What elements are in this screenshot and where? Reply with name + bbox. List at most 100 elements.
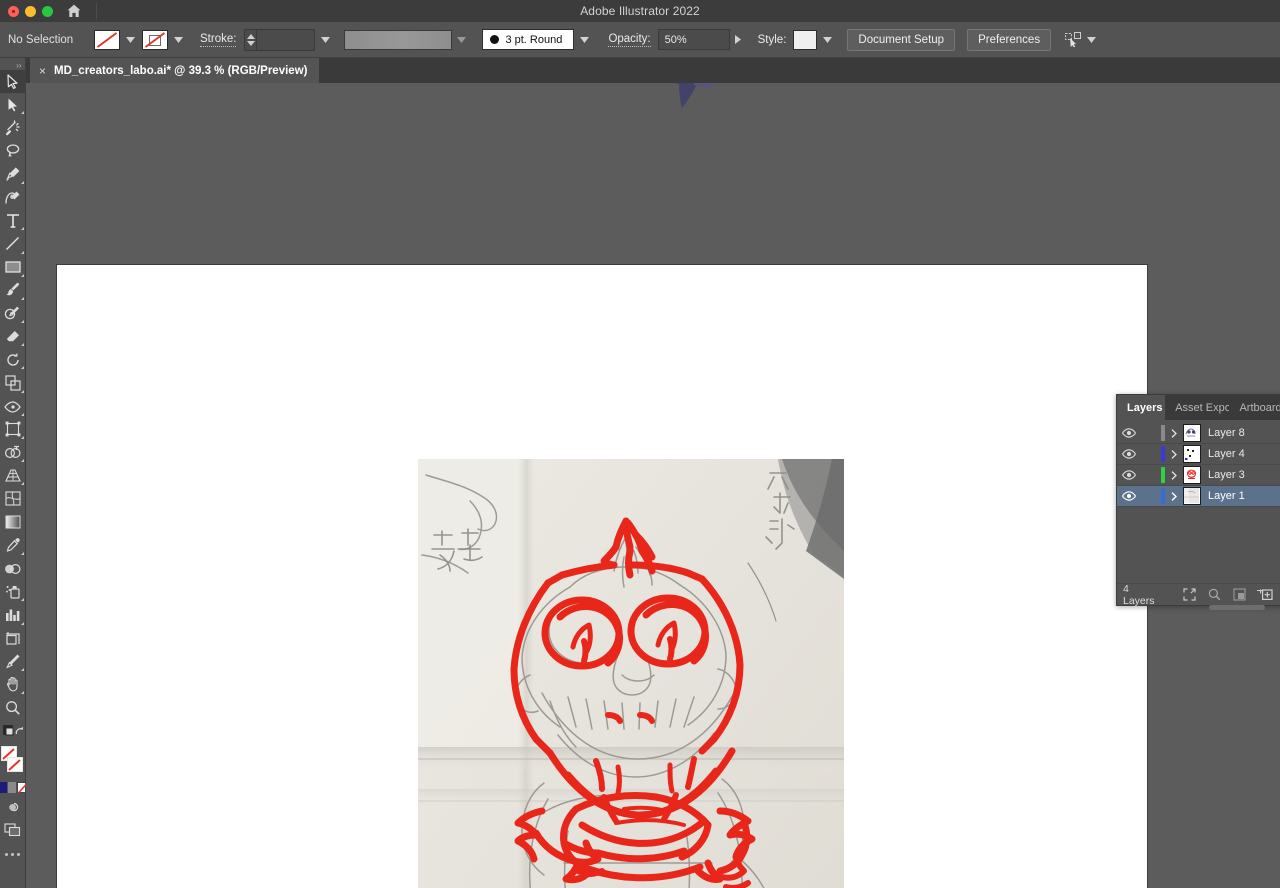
variable-width-profile-field[interactable] [344,29,453,50]
panel-scrollbar[interactable] [1209,605,1265,610]
panel-tab-group[interactable]: Layers Asset Expo Artboard [1117,395,1280,420]
layer-name[interactable]: Layer 8 [1208,427,1245,439]
none-button[interactable] [16,782,27,794]
layer-name[interactable]: Layer 4 [1208,448,1245,460]
width-tool[interactable] [0,395,26,418]
layer-name[interactable]: Layer 3 [1208,469,1245,481]
magic-wand-tool[interactable] [0,116,26,139]
stroke-weight-dropdown[interactable] [315,28,336,51]
brush-definition-dropdown[interactable] [574,28,595,51]
layers-panel[interactable]: Layers Asset Expo Artboard Layer 8 Layer… [1116,394,1280,610]
document-setup-button[interactable]: Document Setup [847,28,956,51]
chevron-right-icon[interactable] [1165,491,1183,501]
gradient-tool[interactable] [0,511,26,534]
shape-builder-tool[interactable] [0,441,26,464]
opacity-label[interactable]: Opacity: [608,33,651,47]
lasso-tool[interactable] [0,140,26,163]
layer-list[interactable]: Layer 8 Layer 4 Layer 3 Layer 1 [1117,420,1280,507]
graphic-style-dropdown[interactable] [819,30,835,50]
curvature-tool[interactable] [0,186,26,209]
minimize-window-button[interactable] [25,5,36,17]
eye-icon[interactable] [1117,470,1141,480]
tab-layers[interactable]: Layers [1117,395,1166,420]
layer-row[interactable]: Layer 1 [1117,486,1280,507]
chevron-right-icon[interactable] [1165,449,1183,459]
select-similar-objects-button[interactable] [1065,32,1097,47]
gradient-button[interactable] [8,782,16,794]
blend-tool[interactable] [0,557,26,580]
home-icon[interactable] [65,2,83,20]
type-tool[interactable] [0,209,26,232]
graphic-style-swatch[interactable] [793,29,818,50]
fill-indicator[interactable] [6,757,23,773]
preferences-button[interactable]: Preferences [967,28,1052,51]
eye-icon[interactable] [1117,449,1141,459]
line-segment-tool[interactable] [0,232,26,255]
document-tab[interactable]: × MD_creators_labo.ai* @ 39.3 % (RGB/Pre… [30,58,320,83]
artboard[interactable] [57,265,1147,888]
stroke-weight-input[interactable] [257,28,316,51]
toolbar-collapse-handle[interactable]: ›› [0,60,26,70]
color-mode-buttons[interactable] [0,782,27,795]
drawing-mode-button[interactable] [0,719,26,742]
color-button[interactable] [0,782,7,794]
layer-row[interactable]: Layer 4 [1117,444,1280,465]
chevron-right-icon[interactable] [1165,428,1183,438]
eye-icon[interactable] [1117,428,1141,438]
arrange-documents-button[interactable] [0,819,26,842]
scale-tool[interactable] [0,371,26,394]
close-icon[interactable]: × [39,65,46,77]
maximize-window-button[interactable] [42,5,53,17]
opacity-flyout-arrow[interactable] [730,29,746,50]
column-graph-tool[interactable] [0,603,26,626]
fill-swatch[interactable] [94,29,120,50]
zoom-tool[interactable] [0,696,26,719]
shaper-pencil-tool[interactable] [0,302,26,325]
tool-flyout-indicator [20,691,24,695]
rotate-tool[interactable] [0,348,26,371]
locate-object-button[interactable] [1178,584,1203,606]
edit-toolbar-button[interactable] [0,848,26,862]
mesh-tool[interactable] [0,487,26,510]
artboard-tool[interactable] [0,627,26,650]
eraser-tool[interactable] [0,325,26,348]
hand-tool[interactable] [0,673,26,696]
direct-selection-tool[interactable] [0,93,26,116]
eyedropper-tool[interactable] [0,534,26,557]
none-slash-icon [96,31,118,48]
placed-photo-sketch[interactable] [418,459,844,888]
change-screen-mode-button[interactable] [0,795,26,818]
selection-tool[interactable] [0,70,26,94]
canvas-area[interactable] [26,83,1280,888]
stroke-swatch[interactable] [142,29,168,50]
opacity-input[interactable]: 50% [657,29,730,50]
brush-definition-field[interactable]: 3 pt. Round [482,29,575,50]
layer-name[interactable]: Layer 1 [1208,490,1245,502]
stroke-dropdown-arrow[interactable] [170,30,186,50]
free-transform-tool[interactable] [0,418,26,441]
tab-asset-export[interactable]: Asset Expo [1165,395,1229,420]
graphic-style-label: Style: [757,33,787,46]
tab-artboards[interactable]: Artboard [1229,395,1280,420]
tool-flyout-indicator [20,482,24,486]
fill-stroke-indicator[interactable] [0,745,26,779]
perspective-grid-tool[interactable] [0,464,26,487]
slice-tool[interactable] [0,650,26,673]
paintbrush-tool[interactable] [0,279,26,302]
stroke-weight-label[interactable]: Stroke: [200,33,237,47]
variable-width-profile-dropdown[interactable] [452,29,470,51]
symbol-sprayer-tool[interactable] [0,580,26,603]
stroke-weight-stepper[interactable] [244,28,258,51]
fill-dropdown-arrow[interactable] [122,30,138,50]
pen-tool[interactable] [0,163,26,186]
chevron-right-icon[interactable] [1165,470,1183,480]
eye-icon[interactable] [1117,491,1141,501]
make-clipping-mask-button[interactable] [1202,584,1227,606]
layer-row[interactable]: Layer 3 [1117,465,1280,486]
rectangle-tool[interactable] [0,256,26,279]
close-window-button[interactable] [8,5,19,17]
create-new-sublayer-button[interactable] [1227,584,1252,606]
window-controls[interactable] [0,5,53,17]
layer-row[interactable]: Layer 8 [1117,423,1280,444]
create-new-layer-button[interactable] [1252,584,1277,606]
